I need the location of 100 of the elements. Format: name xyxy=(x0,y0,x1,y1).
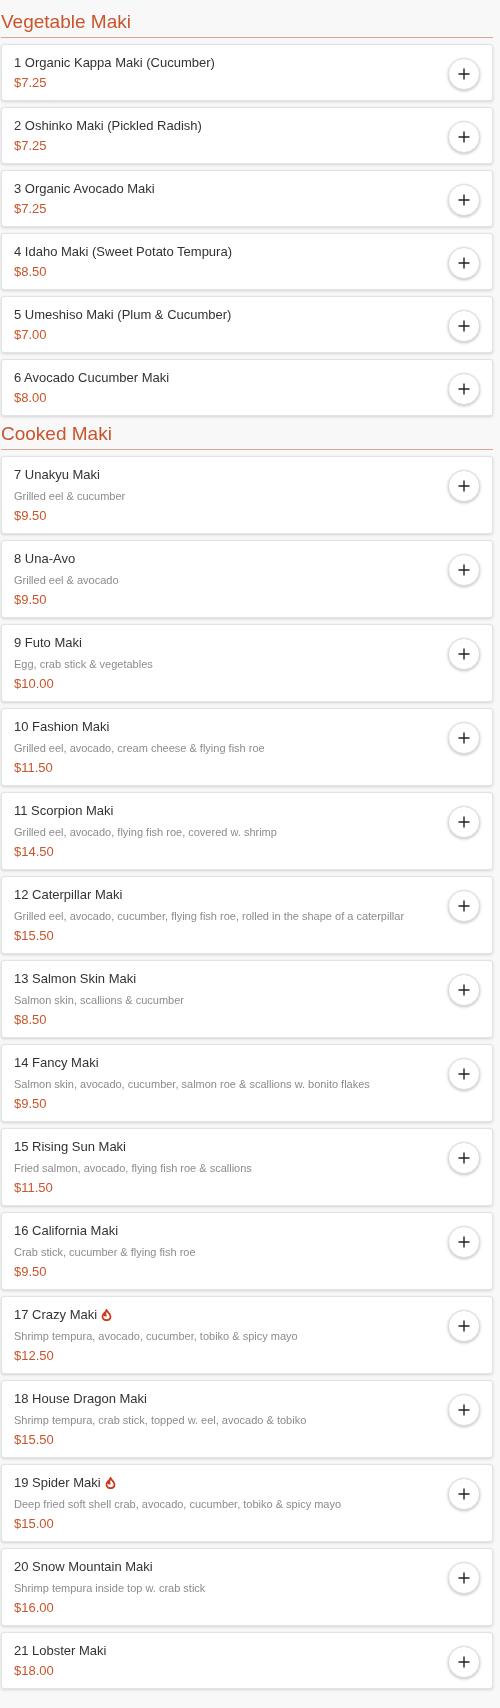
item-price: $10.00 xyxy=(14,675,55,693)
plus-icon xyxy=(458,383,470,395)
add-button[interactable] xyxy=(448,722,480,754)
item-name: 13 Salmon Skin Maki xyxy=(14,970,137,988)
plus-icon xyxy=(458,648,470,660)
item-description: Salmon skin, scallions & cucumber xyxy=(14,993,185,1008)
item-description: Salmon skin, avocado, cucumber, salmon roe & scallions w. bonito flakes xyxy=(14,1077,371,1092)
plus-icon xyxy=(458,68,470,80)
add-button[interactable] xyxy=(448,121,480,153)
add-button[interactable] xyxy=(448,1562,480,1594)
item-name: 12 Caterpillar Maki xyxy=(14,886,123,904)
item-description: Shrimp tempura, avocado, cucumber, tobiko & spicy mayo xyxy=(14,1329,299,1344)
section-heading: Cooked Maki xyxy=(1,422,493,450)
add-button[interactable] xyxy=(448,554,480,586)
plus-icon xyxy=(458,131,470,143)
item-description: Egg, crab stick & vegetables xyxy=(14,657,154,672)
item-description: Grilled eel, avocado, cream cheese & flying fish roe xyxy=(14,741,266,756)
item-price: $7.25 xyxy=(14,137,48,155)
item-price: $11.50 xyxy=(14,759,54,777)
section-heading: Vegetable Maki xyxy=(1,0,493,38)
item-price: $7.00 xyxy=(14,326,48,344)
item-price: $14.50 xyxy=(14,843,55,861)
add-button[interactable] xyxy=(448,1226,480,1258)
item-name: 17 Crazy Maki xyxy=(14,1306,98,1324)
add-button[interactable] xyxy=(448,1310,480,1342)
item-price: $15.50 xyxy=(14,927,55,945)
item-name: 3 Organic Avocado Maki xyxy=(14,180,155,198)
item-description: Deep fried soft shell crab, avocado, cucumber, tobiko & spicy mayo xyxy=(14,1497,343,1512)
add-button[interactable] xyxy=(448,1646,480,1678)
add-button[interactable] xyxy=(448,806,480,838)
plus-icon xyxy=(458,1236,470,1248)
item-description: Fried salmon, avocado, flying fish roe & scallions xyxy=(14,1161,253,1176)
item-description: Grilled eel, avocado, cucumber, flying fish roe, rolled in the shape of a caterpillar xyxy=(14,909,406,924)
item-price: $7.25 xyxy=(14,200,48,218)
add-button[interactable] xyxy=(448,58,480,90)
item-description: Shrimp tempura inside top w. crab stick xyxy=(14,1581,207,1596)
item-price: $12.50 xyxy=(14,1347,55,1365)
item-price: $8.50 xyxy=(14,1011,48,1029)
plus-icon xyxy=(458,1152,470,1164)
add-button[interactable] xyxy=(448,373,480,405)
item-price: $18.00 xyxy=(14,1662,55,1680)
plus-icon xyxy=(458,480,470,492)
add-button[interactable] xyxy=(448,470,480,502)
item-description: Grilled eel & cucumber xyxy=(14,489,127,504)
plus-icon xyxy=(458,320,470,332)
add-button[interactable] xyxy=(448,638,480,670)
plus-icon xyxy=(458,1320,470,1332)
item-price: $9.50 xyxy=(14,1263,48,1281)
item-name: 15 Rising Sun Maki xyxy=(14,1138,126,1156)
add-button[interactable] xyxy=(448,310,480,342)
item-description: Grilled eel, avocado, flying fish roe, covered w. shrimp xyxy=(14,825,278,840)
item-price: $8.00 xyxy=(14,389,48,407)
item-description: Shrimp tempura, crab stick, topped w. eel, avocado & tobiko xyxy=(14,1413,308,1428)
item-price: $7.25 xyxy=(14,74,48,92)
add-button[interactable] xyxy=(448,1394,480,1426)
item-price: $9.50 xyxy=(14,591,48,609)
plus-icon xyxy=(458,1572,470,1584)
plus-icon xyxy=(458,1068,470,1080)
item-name: 21 Lobster Maki xyxy=(14,1642,107,1660)
item-name: 4 Idaho Maki (Sweet Potato Tempura) xyxy=(14,243,232,261)
add-button[interactable] xyxy=(448,1058,480,1090)
item-price: $15.50 xyxy=(14,1431,55,1449)
plus-icon xyxy=(458,564,470,576)
add-button[interactable] xyxy=(448,890,480,922)
plus-icon xyxy=(458,900,470,912)
plus-icon xyxy=(458,1488,470,1500)
add-button[interactable] xyxy=(448,974,480,1006)
plus-icon xyxy=(458,984,470,996)
item-name: 9 Futo Maki xyxy=(14,634,82,652)
item-name: 14 Fancy Maki xyxy=(14,1054,99,1072)
item-price: $8.50 xyxy=(14,263,48,281)
item-price: $9.50 xyxy=(14,507,48,525)
item-price: $16.00 xyxy=(14,1599,55,1617)
item-name: 20 Snow Mountain Maki xyxy=(14,1558,153,1576)
item-name: 10 Fashion Maki xyxy=(14,718,110,736)
item-price: $11.50 xyxy=(14,1179,54,1197)
plus-icon xyxy=(458,1656,470,1668)
plus-icon xyxy=(458,732,470,744)
item-name: 11 Scorpion Maki xyxy=(14,802,114,820)
item-name: 2 Oshinko Maki (Pickled Radish) xyxy=(14,117,202,135)
item-name: 6 Avocado Cucumber Maki xyxy=(14,369,170,387)
item-name: 19 Spider Maki xyxy=(14,1474,101,1492)
add-button[interactable] xyxy=(448,247,480,279)
item-name: 7 Unakyu Maki xyxy=(14,466,100,484)
plus-icon xyxy=(458,194,470,206)
add-button[interactable] xyxy=(448,1142,480,1174)
item-description: Crab stick, cucumber & flying fish roe xyxy=(14,1245,197,1260)
item-description: Grilled eel & avocado xyxy=(14,573,120,588)
item-name: 16 California Maki xyxy=(14,1222,119,1240)
item-name: 5 Umeshiso Maki (Plum & Cucumber) xyxy=(14,306,232,324)
item-name: 8 Una-Avo xyxy=(14,550,76,568)
plus-icon xyxy=(458,816,470,828)
plus-icon xyxy=(458,1404,470,1416)
item-price: $15.00 xyxy=(14,1515,55,1533)
add-button[interactable] xyxy=(448,1478,480,1510)
add-button[interactable] xyxy=(448,184,480,216)
item-name: 1 Organic Kappa Maki (Cucumber) xyxy=(14,54,215,72)
plus-icon xyxy=(458,257,470,269)
item-name: 18 House Dragon Maki xyxy=(14,1390,147,1408)
item-price: $9.50 xyxy=(14,1095,48,1113)
